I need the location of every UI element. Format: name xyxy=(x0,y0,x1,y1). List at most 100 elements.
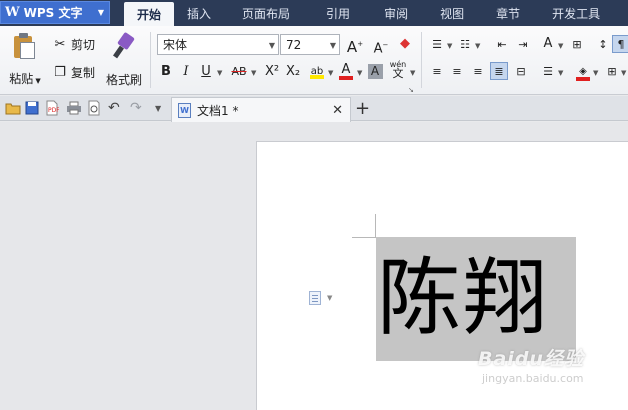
paste-icon xyxy=(14,33,36,59)
chevron-down-icon: ▼ xyxy=(329,41,336,50)
justify-button[interactable]: ≣ xyxy=(490,62,508,80)
char-shading-button[interactable]: A xyxy=(366,63,384,81)
print-preview-icon[interactable] xyxy=(87,100,103,116)
subscript-button[interactable]: X₂ xyxy=(283,63,303,81)
copy-label: 复制 xyxy=(71,66,96,80)
app-menu-button[interactable]: W WPS 文字 ▼ xyxy=(0,1,110,24)
chevron-down-icon[interactable]: ▼ xyxy=(328,69,333,77)
paste-button[interactable]: 粘贴 ▼ xyxy=(6,30,44,90)
border-icon: ⊞ xyxy=(607,65,617,78)
phonetic-guide-button[interactable]: wén 文 xyxy=(388,60,408,82)
bold-label: B xyxy=(161,64,171,79)
chevron-down-icon[interactable]: ▼ xyxy=(410,69,415,77)
paintbrush-icon xyxy=(113,31,135,59)
chevron-down-icon[interactable]: ▼ xyxy=(251,69,256,77)
phonetic-char: 文 xyxy=(392,67,404,80)
group-separator xyxy=(421,32,422,88)
line-spacing-button[interactable]: ☰ xyxy=(539,63,557,81)
open-folder-icon[interactable] xyxy=(5,101,21,117)
chevron-down-icon[interactable]: ▼ xyxy=(593,69,598,77)
document-tab-title: 文档1 * xyxy=(197,103,239,118)
tab-page-layout[interactable]: 页面布局 xyxy=(224,0,308,26)
align-left-button[interactable]: ≡ xyxy=(428,63,446,81)
sort-icon: ↕ xyxy=(598,38,608,51)
tab-developer[interactable]: 开发工具 xyxy=(536,0,616,26)
copy-button[interactable]: ❐ 复制 xyxy=(52,64,95,81)
chevron-down-icon[interactable]: ▼ xyxy=(217,69,222,77)
format-painter-button[interactable]: 格式刷 xyxy=(104,30,144,90)
chevron-down-icon[interactable]: ▼ xyxy=(475,42,480,50)
svg-text:PDF: PDF xyxy=(48,107,59,114)
menu-bar: W WPS 文字 ▼ 开始 插入 页面布局 引用 审阅 视图 章节 开发工具 xyxy=(0,0,628,26)
increase-indent-button[interactable]: ⇥ xyxy=(514,36,532,54)
print-icon[interactable] xyxy=(66,101,82,117)
doc-icon: W xyxy=(178,102,191,118)
underline-button[interactable]: U xyxy=(197,63,215,81)
decrease-indent-button[interactable]: ⇤ xyxy=(493,36,511,54)
bold-button[interactable]: B xyxy=(157,63,175,81)
highlighter-icon: ab xyxy=(310,66,324,79)
export-pdf-icon[interactable]: PDF xyxy=(45,100,61,116)
tab-insert[interactable]: 插入 xyxy=(174,0,224,26)
document-tab[interactable]: W 文档1 * ✕ xyxy=(171,97,351,122)
font-color-button[interactable]: A xyxy=(337,61,355,80)
new-tab-icon[interactable]: + xyxy=(355,99,370,119)
bullets-button[interactable]: ☰ xyxy=(428,36,446,54)
chevron-down-icon[interactable]: ▼ xyxy=(558,42,563,50)
dialog-launcher-icon[interactable]: ↘ xyxy=(408,86,414,94)
font-color-icon: A xyxy=(339,63,353,80)
chevron-down-icon[interactable]: ▼ xyxy=(558,69,563,77)
strikethrough-button[interactable]: AB xyxy=(228,63,250,81)
copy-icon: ❐ xyxy=(54,64,66,80)
paragraph-mark-icon: ¶ xyxy=(617,38,625,51)
shrink-font-label: A xyxy=(373,41,383,57)
tab-chapter[interactable]: 章节 xyxy=(480,0,536,26)
margin-marker xyxy=(375,214,376,238)
margin-marker xyxy=(352,237,376,238)
chevron-down-icon[interactable]: ▼ xyxy=(357,69,362,77)
chevron-down-icon[interactable]: ▼ xyxy=(327,294,332,302)
sort-button[interactable]: ↕ xyxy=(594,36,612,54)
align-right-button[interactable]: ≡ xyxy=(469,63,487,81)
cut-button[interactable]: ✂ 剪切 xyxy=(52,36,95,53)
chevron-down-icon[interactable]: ▼ xyxy=(447,42,452,50)
align-center-button[interactable]: ≡ xyxy=(448,63,466,81)
text-direction-button[interactable]: A xyxy=(539,35,557,53)
show-marks-button[interactable]: ¶ xyxy=(612,35,628,53)
app-name: WPS 文字 xyxy=(23,6,83,20)
italic-button[interactable]: I xyxy=(177,63,195,81)
redo-icon[interactable]: ↷ xyxy=(130,101,146,117)
chevron-down-icon: ▼ xyxy=(268,41,275,50)
highlight-button[interactable]: ab xyxy=(308,62,326,80)
justify-icon: ≣ xyxy=(494,65,504,78)
shrink-font-button[interactable]: A− xyxy=(372,36,390,57)
font-size-select[interactable]: 72 ▼ xyxy=(280,34,340,55)
align-left-icon: ≡ xyxy=(432,65,442,78)
shading-button[interactable]: ◈ xyxy=(574,62,592,81)
borders-button[interactable]: ⊞ xyxy=(603,63,621,81)
increase-indent-icon: ⇥ xyxy=(518,38,528,51)
char-shading-icon: A xyxy=(367,64,383,79)
undo-icon[interactable]: ↶ xyxy=(108,101,124,117)
subscript-label: X₂ xyxy=(285,64,301,79)
numbered-list-icon: ☷ xyxy=(460,38,470,51)
italic-label: I xyxy=(183,64,189,79)
wps-logo-icon: W xyxy=(5,5,20,20)
close-icon[interactable]: ✕ xyxy=(332,103,343,118)
save-icon[interactable] xyxy=(25,101,41,117)
grow-font-button[interactable]: A+ xyxy=(346,35,364,56)
tab-review[interactable]: 审阅 xyxy=(368,0,424,26)
paragraph-layout-icon[interactable] xyxy=(309,291,321,305)
superscript-button[interactable]: X² xyxy=(262,63,282,81)
tab-view[interactable]: 视图 xyxy=(424,0,480,26)
scissors-icon: ✂ xyxy=(54,36,66,52)
clear-format-button[interactable]: ◆ xyxy=(396,35,414,53)
table-button[interactable]: ⊞ xyxy=(568,36,586,54)
font-name-select[interactable]: 宋体 ▼ xyxy=(157,34,279,55)
distribute-button[interactable]: ⊟ xyxy=(512,63,530,81)
chevron-down-icon[interactable]: ▼ xyxy=(621,69,626,77)
tab-home[interactable]: 开始 xyxy=(124,2,175,26)
customize-toolbar-icon[interactable]: ▼ xyxy=(155,102,171,118)
tab-references[interactable]: 引用 xyxy=(308,0,368,26)
numbering-button[interactable]: ☷ xyxy=(456,36,474,54)
